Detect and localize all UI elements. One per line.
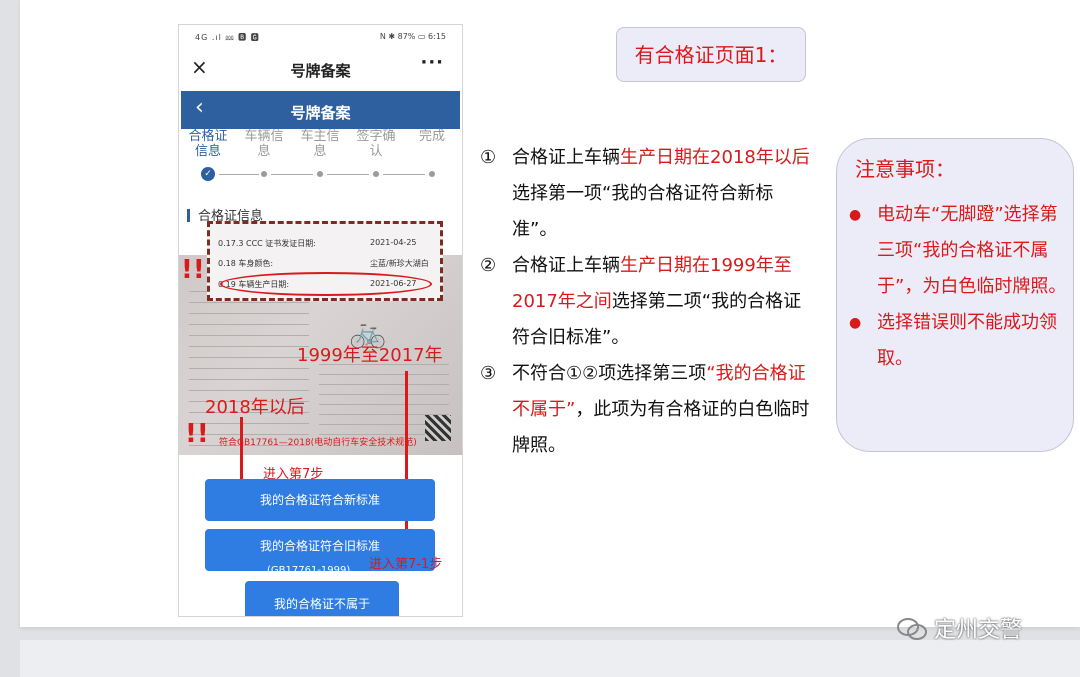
notes-box: 注意事项： 电动车“无脚蹬”选择第三项“我的合格证不属于”，为白色临时牌照。 选…: [836, 138, 1074, 452]
item-number: ③: [480, 363, 497, 384]
step-label-line1: 完成: [418, 129, 445, 144]
step-sign-confirm[interactable]: 签字确 认: [351, 129, 401, 159]
item-text: 不符合①②项选择第三项: [512, 363, 707, 384]
step-connector: [383, 174, 425, 175]
step-label-line1: 车主信: [300, 129, 340, 144]
phone-screenshot: 4G .ıl ⅏ 🅱 🅶 N ✱ 87% ▭ 6:15 × 号牌备案 ··· ‹…: [178, 24, 463, 617]
step-owner-info[interactable]: 车主信 息: [295, 129, 345, 159]
check-icon: ✓: [201, 167, 215, 181]
step-label-line2: 息: [313, 144, 327, 159]
step-label-line2: 息: [257, 144, 271, 159]
app-topbar: × 号牌备案 ···: [179, 51, 462, 87]
cert-not-applicable-button[interactable]: 我的合格证不属于: [245, 581, 399, 616]
note-item: 电动车“无脚蹬”选择第三项“我的合格证不属于”，为白色临时牌照。: [849, 197, 1069, 305]
step-label-line2: 信息: [194, 144, 221, 159]
button-sublabel: (GB17761-1999): [267, 565, 351, 576]
status-left: 4G .ıl ⅏ 🅱 🅶: [195, 33, 260, 42]
watermark-text: 定州交警: [934, 618, 1023, 643]
notes-title: 注意事项：: [855, 157, 955, 181]
arrow-down-icon: [235, 417, 247, 493]
annotation-1999-2017: 1999年至2017年: [297, 345, 443, 366]
button-label: 我的合格证符合旧标准: [259, 539, 380, 553]
next-slide-strip: [20, 640, 1080, 677]
cert-row-label: 0.17.3 CCC 证书发证日期:: [218, 239, 316, 248]
step-vehicle-info[interactable]: 车辆信 息: [239, 129, 289, 159]
item-highlight: 生产日期在2018年以后: [620, 147, 810, 168]
step-dot: [429, 171, 435, 177]
step-connector: [327, 174, 369, 175]
step-label-line1: 车辆信: [244, 129, 284, 144]
certificate-zoom: 0.17.3 CCC 证书发证日期: 2021-04-25 0.18 车身颜色:…: [207, 221, 443, 301]
note-item: 选择错误则不能成功领取。: [849, 305, 1069, 377]
annotation-2018: 2018年以后: [205, 397, 305, 418]
annotation-step7-1: 进入第7-1步: [369, 557, 443, 572]
notes-list: 电动车“无脚蹬”选择第三项“我的合格证不属于”，为白色临时牌照。 选择错误则不能…: [849, 197, 1069, 377]
step-cert-info[interactable]: 合格证 信息: [183, 129, 233, 159]
cert-row-value: 尘蓝/新珍大湖白: [370, 259, 429, 268]
step-dot: [261, 171, 267, 177]
instructions: ① 合格证上车辆生产日期在2018年以后选择第一项“我的合格证符合新标准”。 ②合…: [480, 140, 810, 464]
item-text: 选择第一项“我的合格证符合新标准”。: [512, 183, 774, 240]
item-number: ②: [480, 255, 497, 276]
warning-icon: !!: [181, 255, 205, 285]
step-label-line1: 签字确: [356, 129, 396, 144]
cert-row-label: 0.18 车身颜色:: [218, 259, 274, 268]
standard-note: 符合GB17761—2018(电动自行车安全技术规范): [219, 438, 417, 448]
cert-new-standard-button[interactable]: 我的合格证符合新标准: [205, 479, 435, 521]
wechat-icon: [897, 618, 927, 640]
status-right: N ✱ 87% ▭ 6:15: [379, 32, 446, 41]
step-label-line2: 认: [369, 144, 383, 159]
instruction-item: ③ 不符合①②项选择第三项“我的合格证不属于”，此项为有合格证的白色临时牌照。: [480, 356, 810, 464]
instruction-item: ① 合格证上车辆生产日期在2018年以后选择第一项“我的合格证符合新标准”。: [480, 140, 810, 248]
step-label-line1: 合格证: [188, 129, 228, 144]
step-done[interactable]: 完成: [407, 129, 457, 144]
step-connector: [271, 174, 313, 175]
step-dot: [373, 171, 379, 177]
instruction-item: ② 合格证上车辆生产日期在1999年至2017年之间选择第二项“我的合格证符合旧标…: [480, 248, 810, 356]
more-icon[interactable]: ···: [420, 52, 444, 73]
status-bar: 4G .ıl ⅏ 🅱 🅶 N ✱ 87% ▭ 6:15: [179, 25, 462, 47]
qr-code-icon: [425, 415, 451, 441]
warning-icon: !!: [185, 419, 209, 449]
step-dot: [317, 171, 323, 177]
watermark: 定州交警: [896, 612, 1022, 644]
item-number: ①: [480, 147, 497, 168]
page-title: 号牌备案: [290, 104, 351, 122]
page-heading: 有合格证页面1：: [616, 27, 806, 82]
page-header: ‹ 号牌备案: [181, 91, 460, 129]
step-progress: 合格证 信息 车辆信 息 车主信 息 签字确 认 完成 ✓: [179, 129, 462, 185]
step-connector: [219, 174, 259, 175]
cert-row-value: 2021-04-25: [370, 238, 417, 247]
item-text: 合格证上车辆: [512, 147, 620, 168]
highlight-ellipse: [220, 272, 432, 296]
item-text: 合格证上车辆: [512, 255, 620, 276]
